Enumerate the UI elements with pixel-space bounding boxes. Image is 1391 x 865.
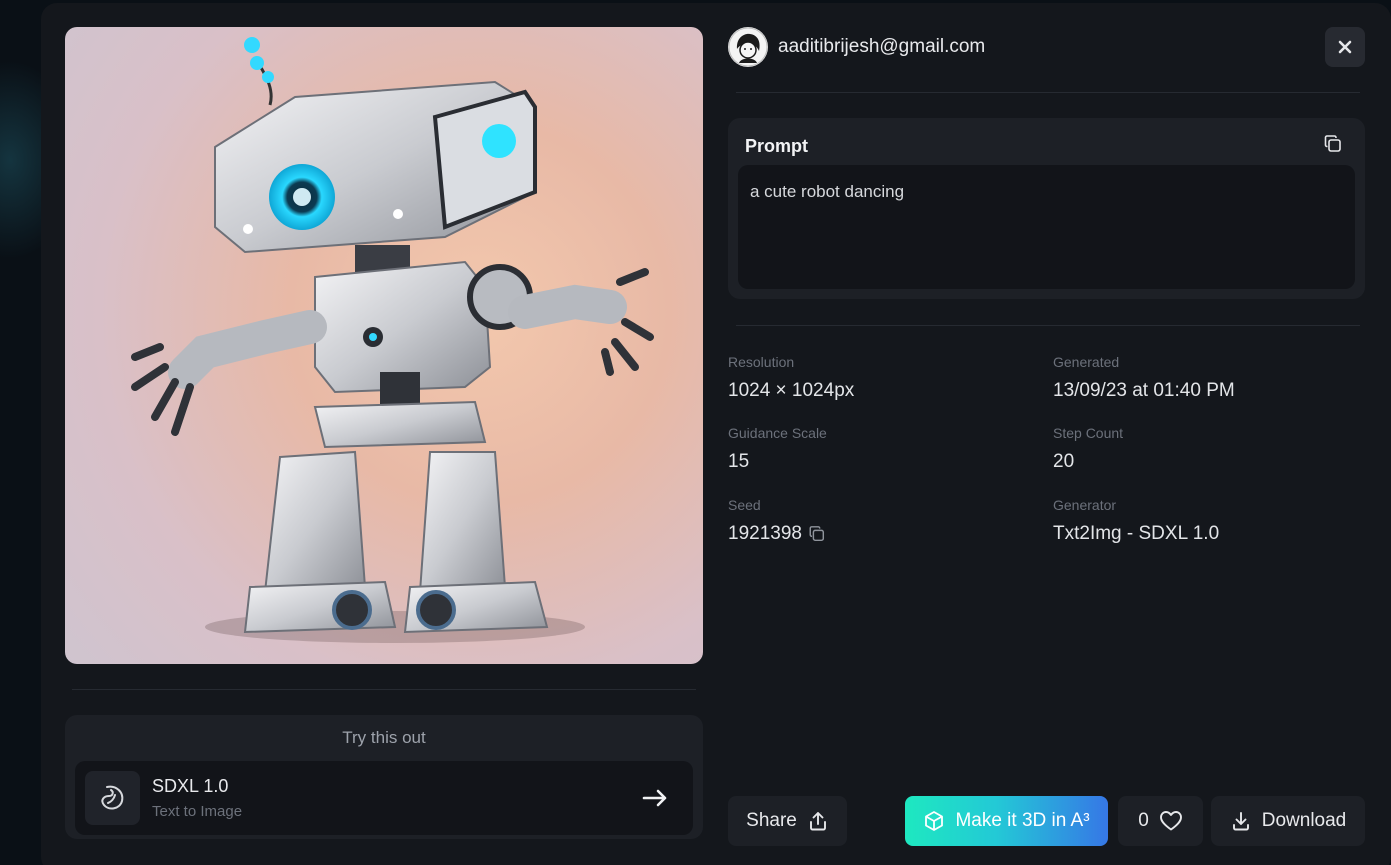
download-button[interactable]: Download	[1211, 796, 1365, 846]
bean-icon	[85, 771, 140, 825]
step-count-field: Step Count 20	[1053, 425, 1123, 473]
generator-value: Txt2Img - SDXL 1.0	[1053, 523, 1220, 544]
cube-icon	[925, 811, 944, 831]
try-this-out-title: Try this out	[342, 728, 426, 747]
step-count-value: 20	[1053, 451, 1075, 472]
cartoon-avatar-icon	[728, 27, 768, 67]
generated-label: Generated	[1053, 354, 1120, 370]
prompt-text: a cute robot dancing	[750, 182, 905, 201]
generated-image[interactable]	[65, 27, 703, 664]
prompt-title: Prompt	[745, 136, 808, 156]
share-label: Share	[746, 810, 797, 831]
heart-icon	[1159, 811, 1182, 831]
arrow-right-icon[interactable]	[641, 784, 669, 812]
generated-value: 13/09/23 at 01:40 PM	[1053, 380, 1235, 401]
seed-value: 1921398	[728, 523, 802, 544]
resolution-value: 1024 × 1024px	[728, 380, 855, 401]
make-3d-button[interactable]: Make it 3D in A³	[905, 796, 1108, 846]
generator-label: Generator	[1053, 497, 1117, 513]
guidance-scale-field: Guidance Scale 15	[728, 425, 827, 473]
prompt-text-box: a cute robot dancing	[738, 165, 1355, 289]
divider	[72, 689, 696, 690]
resolution-label: Resolution	[728, 354, 795, 370]
copy-icon[interactable]	[1323, 134, 1343, 154]
like-button[interactable]: 0	[1118, 796, 1203, 846]
resolution-field: Resolution 1024 × 1024px	[728, 354, 854, 402]
generator-field: Generator Txt2Img - SDXL 1.0	[1053, 497, 1219, 545]
model-link-sdxl[interactable]: SDXL 1.0 Text to Image	[75, 761, 693, 835]
prompt-card: Prompt a cute robot dancing	[728, 118, 1365, 299]
download-label: Download	[1261, 810, 1347, 831]
divider	[736, 92, 1360, 93]
seed-row: 1921398	[728, 523, 826, 545]
avatar[interactable]	[728, 27, 768, 67]
image-detail-modal: Try this out SDXL 1.0 Text to Image aadi…	[41, 3, 1391, 865]
guidance-scale-value: 15	[728, 451, 750, 472]
like-count: 0	[1138, 810, 1149, 831]
close-icon	[1338, 40, 1352, 54]
share-icon	[809, 812, 826, 831]
seed-field: Seed 1921398	[728, 497, 826, 545]
divider	[736, 325, 1360, 326]
generated-field: Generated 13/09/23 at 01:40 PM	[1053, 354, 1235, 402]
guidance-scale-label: Guidance Scale	[728, 425, 827, 441]
copy-seed-icon[interactable]	[808, 525, 826, 543]
try-this-out-card: Try this out SDXL 1.0 Text to Image	[65, 715, 703, 839]
robot-illustration	[131, 37, 654, 643]
seed-label: Seed	[728, 497, 761, 513]
share-button[interactable]: Share	[728, 796, 847, 846]
model-subtitle: Text to Image	[152, 803, 243, 820]
step-count-label: Step Count	[1053, 425, 1124, 441]
model-name: SDXL 1.0	[152, 776, 229, 796]
download-icon	[1232, 812, 1249, 831]
make-3d-label: Make it 3D in A³	[955, 810, 1090, 831]
close-button[interactable]	[1325, 27, 1365, 67]
user-email: aaditibrijesh@gmail.com	[778, 36, 986, 57]
